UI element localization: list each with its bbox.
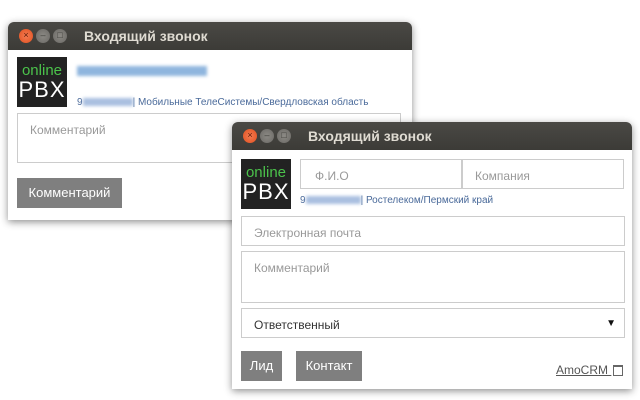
logo-top: online — [245, 164, 287, 181]
minimize-button[interactable]: – — [260, 129, 274, 143]
caller-info: 9 | Мобильные ТелеСистемы/Свердловская об… — [77, 97, 368, 108]
name-input[interactable]: Ф.И.О — [300, 159, 462, 189]
minimize-button[interactable]: – — [36, 29, 50, 43]
maximize-button[interactable]: □ — [277, 129, 291, 143]
external-window-icon — [613, 365, 624, 377]
onlinepbx-logo: online PBX — [241, 159, 291, 209]
logo-bottom: PBX — [18, 77, 66, 102]
lead-button[interactable]: Лид — [241, 351, 282, 381]
comment-button[interactable]: Комментарий — [17, 178, 122, 208]
email-input[interactable]: Электронная почта — [241, 216, 625, 246]
maximize-button[interactable]: □ — [53, 29, 67, 43]
caller-info: 9 | Ростелеком/Пермский край — [300, 195, 493, 206]
amocrm-link-label: AmoCRM — [556, 363, 609, 377]
operator-region: | Мобильные ТелеСистемы/Свердловская обл… — [132, 97, 369, 108]
responsible-select[interactable]: Ответственный ▼ — [241, 308, 625, 338]
logo-top: online — [21, 62, 63, 79]
dropdown-arrow-icon: ▼ — [606, 318, 616, 329]
title-bar[interactable]: × – □ Входящий звонок — [232, 122, 632, 150]
comment-textarea[interactable]: Комментарий — [241, 251, 625, 303]
amocrm-link[interactable]: AmoCRM — [556, 363, 624, 377]
responsible-select-value: Ответственный — [254, 318, 340, 332]
contact-button[interactable]: Контакт — [296, 351, 362, 381]
title-bar[interactable]: × – □ Входящий звонок — [8, 22, 412, 50]
operator-region: | Ростелеком/Пермский край — [360, 195, 494, 206]
company-input[interactable]: Компания — [462, 159, 624, 189]
incoming-call-window-2: × – □ Входящий звонок online PBX Ф.И.О К… — [232, 122, 632, 389]
onlinepbx-logo: online PBX — [17, 57, 67, 107]
close-button[interactable]: × — [243, 129, 257, 143]
close-button[interactable]: × — [19, 29, 33, 43]
logo-bottom: PBX — [242, 179, 290, 204]
window-title: Входящий звонок — [84, 28, 208, 44]
caller-name-link[interactable] — [77, 62, 207, 80]
window-title: Входящий звонок — [308, 128, 432, 144]
